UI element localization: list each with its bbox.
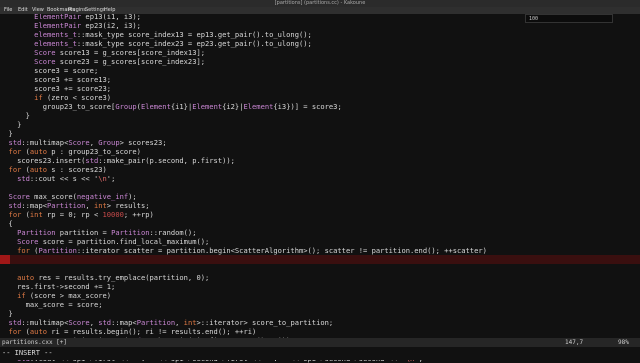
code-line[interactable]: Score max_score(negative_inf); — [0, 192, 137, 201]
code-line[interactable]: scores23.insert(std::make_pair(p.second,… — [0, 156, 235, 165]
code-line[interactable]: Score score13 = g_scores[score_index13]; — [0, 48, 205, 57]
mode-line: -- INSERT -- — [0, 347, 640, 360]
code-line[interactable]: ElementPair ep23(i2, i3); — [0, 21, 141, 30]
code-line[interactable]: for (Partition::iterator scatter = parti… — [0, 246, 487, 255]
code-line[interactable]: max_score = score; — [0, 300, 103, 309]
code-line[interactable]: for (int rp = 0; rp < 10000; ++rp) — [0, 210, 154, 219]
menu-plugins[interactable]: Plugins — [68, 7, 86, 14]
menu-help[interactable]: Help — [104, 7, 115, 14]
code-line[interactable]: elements_t::mask_type score_index23 = ep… — [0, 39, 312, 48]
code-line[interactable]: elements_t::mask_type score_index13 = ep… — [0, 30, 312, 39]
status-filename: partitions.cxx [+] — [2, 339, 68, 346]
search-value: 100 — [529, 16, 539, 22]
code-line[interactable]: Score score = partition.find_local_maxim… — [0, 237, 209, 246]
status-bar: partitions.cxx [+] 147,7 98% — [0, 338, 640, 347]
code-line[interactable]: } — [0, 129, 13, 138]
code-line[interactable]: for (auto p : group23_to_score) — [0, 147, 141, 156]
code-line[interactable]: std::cout << s << '\n'; — [0, 174, 115, 183]
code-line[interactable]: score3 += score23; — [0, 84, 111, 93]
code-line[interactable]: { — [0, 219, 13, 228]
menu-edit[interactable]: Edit — [18, 7, 28, 14]
status-position: 147,7 — [565, 339, 584, 346]
mode-indicator: -- INSERT -- — [2, 349, 53, 357]
menu-view[interactable]: View — [32, 7, 44, 14]
code-line[interactable]: auto res = results.try_emplace(partition… — [0, 273, 209, 282]
code-line[interactable]: Score score23 = g_scores[score_index23]; — [0, 57, 205, 66]
code-line[interactable]: std::multimap<Score, Group> scores23; — [0, 138, 167, 147]
menu-bar: File Edit View Bookmarks Plugins Setting… — [0, 7, 640, 14]
code-line[interactable]: } — [0, 309, 13, 318]
cursor-line — [0, 255, 640, 264]
code-line[interactable]: std::multimap<Score, std::map<Partition,… — [0, 318, 334, 327]
code-line[interactable]: Partition partition = Partition::random(… — [0, 228, 196, 237]
title-bar: [partitions] (partitions.cc) - Kakoune — [0, 0, 640, 7]
code-line[interactable]: for (auto ri = results.begin(); ri != re… — [0, 327, 257, 336]
menu-file[interactable]: File — [4, 7, 12, 14]
text-cursor — [0, 255, 10, 264]
menu-settings[interactable]: Settings — [85, 7, 106, 14]
code-line[interactable]: score3 += score13; — [0, 75, 111, 84]
code-line[interactable]: if (score > max_score) — [0, 291, 111, 300]
code-line[interactable]: score3 = score; — [0, 66, 98, 75]
code-line[interactable]: for (auto s : scores23) — [0, 165, 107, 174]
code-line[interactable]: } — [0, 111, 30, 120]
code-line[interactable]: } — [0, 120, 21, 129]
code-line[interactable]: if (zero < score3) — [0, 93, 111, 102]
window-title: [partitions] (partitions.cc) - Kakoune — [274, 0, 366, 6]
code-line[interactable]: std::map<Partition, int> results; — [0, 201, 150, 210]
code-line[interactable]: group23_to_score[Group(Element{i1}|Eleme… — [0, 102, 342, 111]
status-percent: 98% — [618, 339, 629, 346]
code-editor[interactable]: ElementPair ep13(i1, i3); ElementPair ep… — [0, 8, 640, 363]
code-line[interactable]: res.first->second += 1; — [0, 282, 115, 291]
search-input[interactable]: 100 — [525, 14, 613, 23]
